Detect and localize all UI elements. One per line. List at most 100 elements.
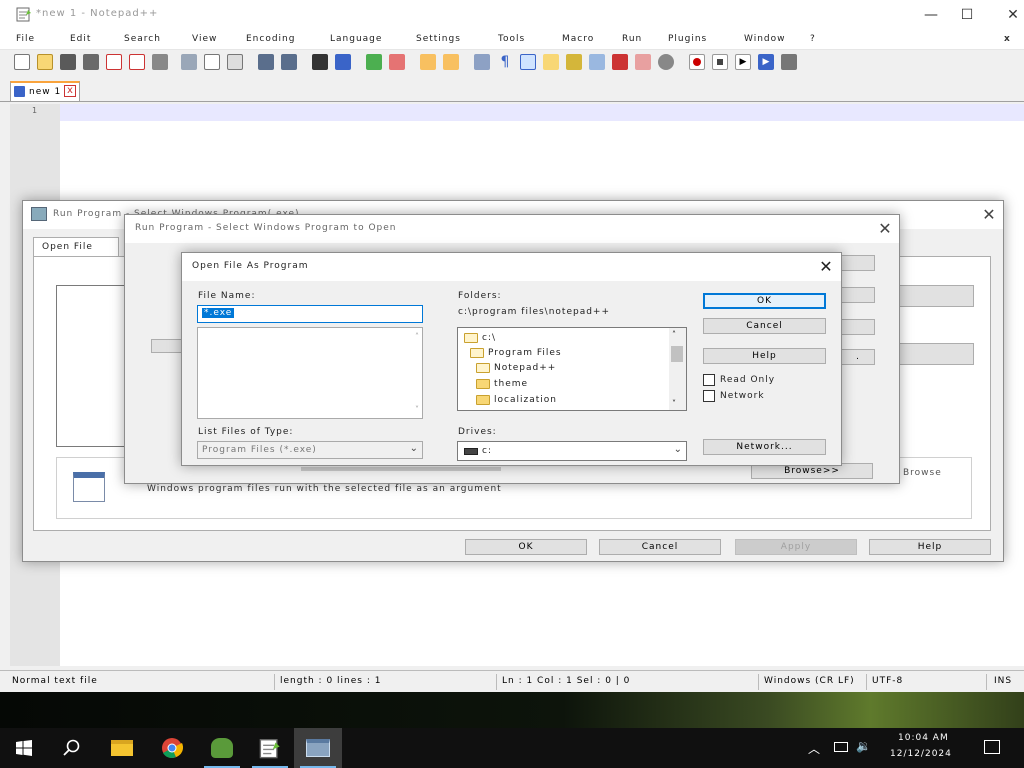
tree-item-program-files[interactable]: Program Files	[488, 348, 562, 358]
menu-language[interactable]: Language	[330, 34, 382, 44]
undo-icon[interactable]	[258, 54, 274, 70]
folder-scrollbar[interactable]: ˄ ˅	[669, 328, 686, 410]
dialog-close-icon[interactable]: ✕	[979, 205, 999, 225]
new-file-icon[interactable]	[14, 54, 30, 70]
folder-workspace-icon[interactable]	[612, 54, 628, 70]
file-name-input[interactable]: *.exe	[197, 305, 423, 323]
find-icon[interactable]	[312, 54, 328, 70]
scroll-thumb[interactable]	[671, 346, 683, 362]
notification-icon[interactable]	[984, 740, 1000, 754]
cut-icon[interactable]	[181, 54, 197, 70]
menu-encoding[interactable]: Encoding	[246, 34, 295, 44]
network-checkbox[interactable]	[703, 390, 715, 402]
file-explorer-button[interactable]	[98, 728, 146, 768]
network-button[interactable]: Network...	[703, 439, 826, 455]
scroll-down-icon[interactable]: ˅	[415, 405, 419, 414]
start-recording-icon[interactable]	[689, 54, 705, 70]
word-wrap-icon[interactable]	[474, 54, 490, 70]
tree-item-theme[interactable]: theme	[494, 379, 528, 389]
tab-new-1[interactable]: new 1 x	[10, 81, 80, 101]
dialog-close-icon[interactable]: ✕	[875, 219, 895, 239]
search-button[interactable]	[48, 728, 96, 768]
menu-settings[interactable]: Settings	[416, 34, 461, 44]
cancel-button[interactable]: Cancel	[703, 318, 826, 334]
mid-side-button-4[interactable]: .	[841, 349, 875, 365]
maximize-button[interactable]: ☐	[944, 0, 990, 30]
scroll-up-icon[interactable]: ˄	[672, 330, 676, 339]
close-all-icon[interactable]	[129, 54, 145, 70]
menu-view[interactable]: View	[192, 34, 217, 44]
read-only-checkbox[interactable]	[703, 374, 715, 386]
close-file-icon[interactable]	[106, 54, 122, 70]
print-icon[interactable]	[152, 54, 168, 70]
save-macro-icon[interactable]	[781, 54, 797, 70]
chrome-button[interactable]	[148, 728, 196, 768]
tray-chevron-icon[interactable]: ︿	[808, 740, 821, 757]
menu-macro[interactable]: Macro	[562, 34, 594, 44]
doc-map-icon[interactable]	[589, 54, 605, 70]
menu-plugins[interactable]: Plugins	[668, 34, 707, 44]
back-ok-button[interactable]: OK	[465, 539, 587, 555]
show-all-chars-icon[interactable]: ¶	[497, 54, 513, 70]
menu-search[interactable]: Search	[124, 34, 161, 44]
clock-date[interactable]: 12/12/2024	[890, 749, 952, 759]
dialog-close-icon[interactable]: ✕	[816, 257, 836, 277]
back-help-button[interactable]: Help	[869, 539, 991, 555]
sync-horizontal-icon[interactable]	[443, 54, 459, 70]
monitoring-icon[interactable]	[635, 54, 651, 70]
search-icon	[63, 739, 80, 756]
status-insert: INS	[994, 676, 1013, 686]
start-button[interactable]	[0, 728, 48, 768]
dialog-taskbar-button[interactable]	[294, 728, 342, 768]
menu-window[interactable]: Window	[744, 34, 786, 44]
help-button[interactable]: Help	[703, 348, 826, 364]
file-types-select[interactable]: Program Files (*.exe) ⌄	[197, 441, 423, 459]
tree-item-localization[interactable]: localization	[494, 395, 557, 405]
folder-tree[interactable]: c:\ Program Files Notepad++ theme locali…	[457, 327, 687, 411]
ok-button[interactable]: OK	[703, 293, 826, 309]
language-icon[interactable]	[543, 54, 559, 70]
menu-help[interactable]: ?	[810, 34, 816, 44]
network-icon[interactable]	[834, 742, 848, 752]
menu-run[interactable]: Run	[622, 34, 642, 44]
menu-file[interactable]: File	[16, 34, 35, 44]
scroll-up-icon[interactable]: ˄	[415, 332, 419, 341]
sync-vertical-icon[interactable]	[420, 54, 436, 70]
zoom-in-icon[interactable]	[366, 54, 382, 70]
tree-item-notepadpp[interactable]: Notepad++	[494, 363, 556, 373]
replace-icon[interactable]	[335, 54, 351, 70]
menu-edit[interactable]: Edit	[70, 34, 91, 44]
status-divider	[496, 674, 497, 690]
menu-close-icon[interactable]: x	[1004, 34, 1011, 44]
notepadpp-taskbar-button[interactable]	[246, 728, 294, 768]
tree-item-root[interactable]: c:\	[482, 333, 496, 343]
drives-select[interactable]: c: ⌄	[457, 441, 687, 461]
volume-icon[interactable]: 🔉	[856, 739, 872, 753]
clock-time[interactable]: 10:04 AM	[898, 733, 949, 743]
menu-tools[interactable]: Tools	[498, 34, 525, 44]
close-button[interactable]: ✕	[990, 0, 1024, 30]
save-icon[interactable]	[60, 54, 76, 70]
copy-icon[interactable]	[204, 54, 220, 70]
stop-recording-icon[interactable]	[712, 54, 728, 70]
indent-guide-icon[interactable]	[520, 54, 536, 70]
playback-icon[interactable]: ▶	[735, 54, 751, 70]
save-all-icon[interactable]	[83, 54, 99, 70]
tab-close-icon[interactable]: x	[64, 85, 76, 97]
mid-scroll-thumb[interactable]	[301, 467, 501, 471]
mid-side-button-3[interactable]	[841, 319, 875, 335]
record-shape-icon[interactable]	[658, 54, 674, 70]
scroll-down-icon[interactable]: ˅	[672, 399, 676, 408]
open-file-icon[interactable]	[37, 54, 53, 70]
function-list-icon[interactable]	[566, 54, 582, 70]
zoom-out-icon[interactable]	[389, 54, 405, 70]
redo-icon[interactable]	[281, 54, 297, 70]
app-frog-button[interactable]	[198, 728, 246, 768]
mid-side-button-1[interactable]	[841, 255, 875, 271]
mid-side-button-2[interactable]	[841, 287, 875, 303]
paste-icon[interactable]	[227, 54, 243, 70]
run-multiple-icon[interactable]: ▶	[758, 54, 774, 70]
tab-open-file[interactable]: Open File	[33, 237, 119, 257]
back-cancel-button[interactable]: Cancel	[599, 539, 721, 555]
file-list[interactable]: ˄ ˅	[197, 327, 423, 419]
